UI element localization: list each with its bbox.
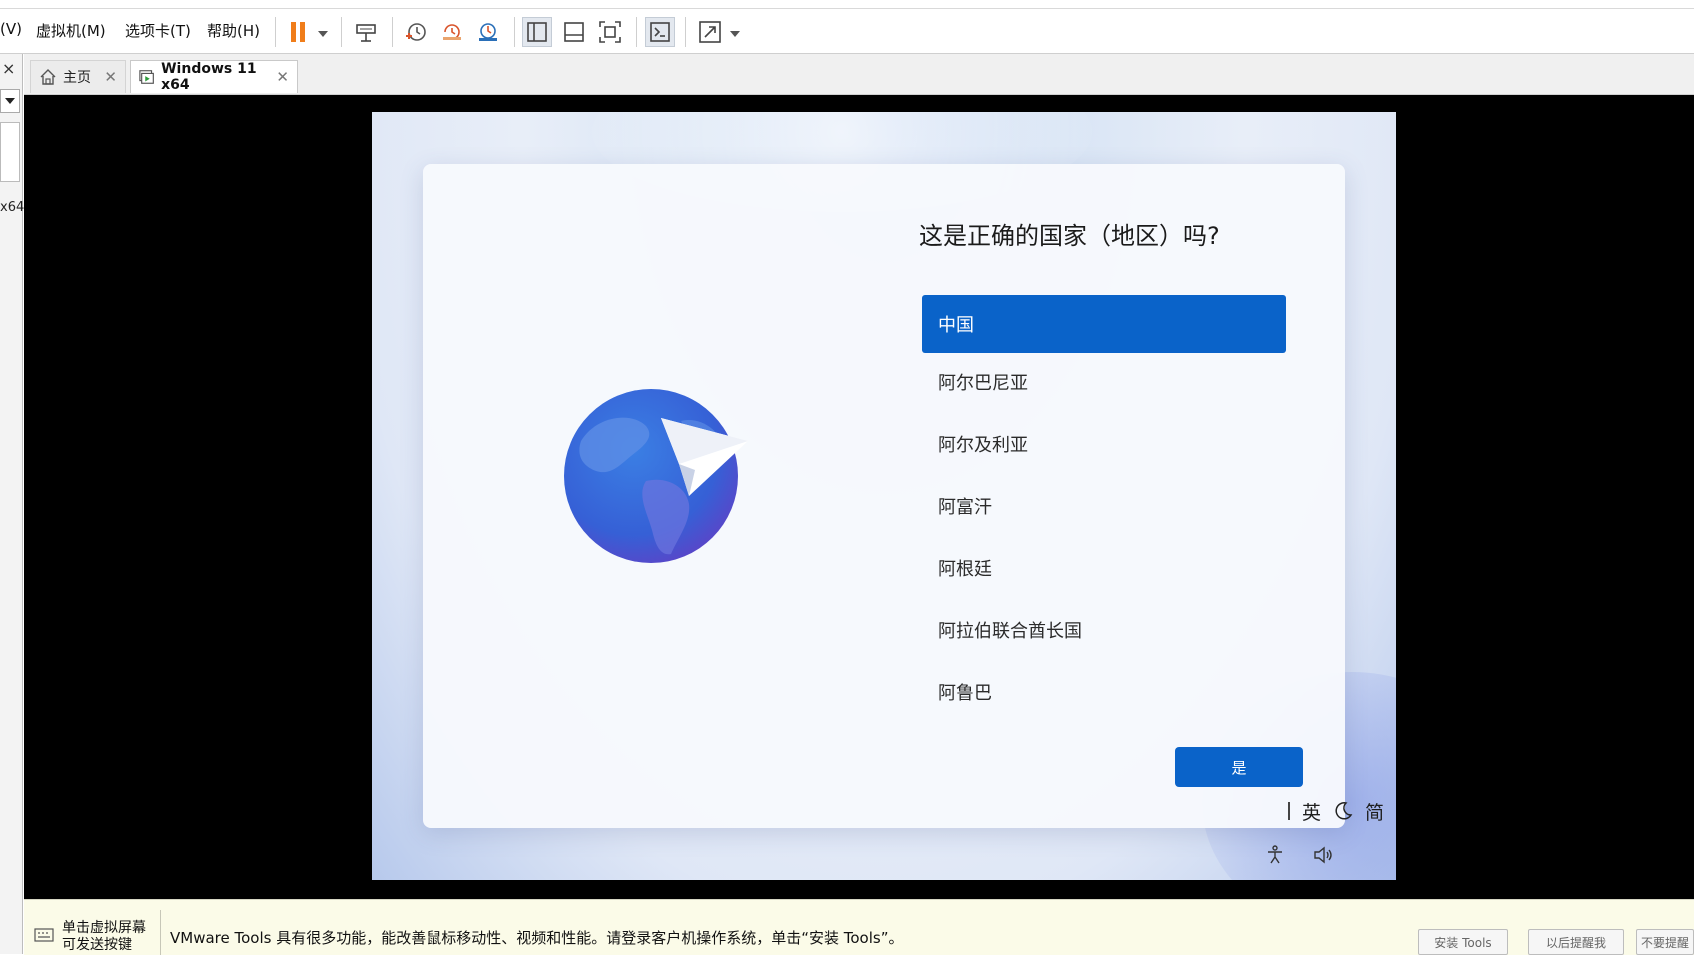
never-remind-button[interactable]: 不要提醒 [1636,929,1694,955]
status-separator [160,910,161,955]
close-tab-icon[interactable]: ✕ [104,68,117,86]
show-library-button[interactable] [522,17,552,47]
toolbar-separator [636,17,637,47]
tab-bar: 主页 ✕ Windows 11 x64 ✕ [24,54,1694,95]
hint-line-2: 可发送按键 [62,937,132,953]
country-option-china[interactable]: 中国 [922,295,1286,353]
hint-line-1: 单击虚拟屏幕 [62,920,146,936]
menubar: (V) 虚拟机(M) 选项卡(T) 帮助(H) [0,9,1694,54]
menu-view[interactable]: (V) [0,20,22,38]
thumbnail-layout-icon [564,22,584,42]
moon-icon[interactable] [1333,801,1353,821]
accessibility-icon [1268,845,1282,864]
snapshot-take-icon [406,23,426,41]
keyboard-send-icon [356,24,376,42]
ime-indicator[interactable]: 英 简 [1280,792,1396,830]
menu-tabs[interactable]: 选项卡(T) [125,20,191,41]
click-to-send-keys-hint: 单击虚拟屏幕 可发送按键 [62,920,146,954]
fullscreen-icon [599,21,621,43]
snapshot-manager-button[interactable] [473,17,503,47]
country-option-algeria[interactable]: 阿尔及利亚 [922,415,1286,473]
close-library-icon[interactable]: × [2,59,15,78]
library-search-box[interactable] [0,122,20,182]
vm-console[interactable]: 这是正确的国家（地区）吗? 中国 阿尔巴尼亚 阿尔及利亚 阿富汗 阿根廷 阿拉伯… [24,95,1694,899]
country-option-aruba[interactable]: 阿鲁巴 [922,663,1286,721]
ime-language[interactable]: 英 [1302,798,1321,825]
tab-windows-11[interactable]: Windows 11 x64 ✕ [130,60,298,93]
ime-mode[interactable]: 简 [1365,798,1384,825]
close-tab-icon[interactable]: ✕ [276,68,289,86]
page-title: 这是正确的国家（地区）吗? [919,222,1220,250]
country-option-afghanistan[interactable]: 阿富汗 [922,477,1286,535]
pause-dropdown-caret[interactable] [318,31,328,37]
toolbar-separator [392,17,393,47]
accessibility-button[interactable] [1262,842,1288,868]
stretch-dropdown-caret[interactable] [730,31,740,37]
revert-snapshot-button[interactable] [437,17,467,47]
toolbar-separator [275,17,276,47]
sidebar-layout-icon [527,22,547,42]
take-snapshot-button[interactable] [401,17,431,47]
tab-home-label: 主页 [63,70,91,86]
pause-button[interactable] [283,17,313,47]
text-cursor-icon [1288,802,1290,820]
console-view-button[interactable] [645,17,675,47]
library-item-fragment[interactable]: x64 [0,200,24,215]
tab-vm-label: Windows 11 x64 [161,61,257,93]
volume-button[interactable] [1310,842,1336,868]
toolbar-separator [685,17,686,47]
guest-screen[interactable]: 这是正确的国家（地区）吗? 中国 阿尔巴尼亚 阿尔及利亚 阿富汗 阿根廷 阿拉伯… [372,112,1396,880]
volume-icon [1314,846,1332,864]
snapshot-manager-icon [479,23,497,41]
vm-running-icon [139,70,154,84]
globe-with-paper-plane-icon [564,389,748,563]
status-bar: 单击虚拟屏幕 可发送按键 VMware Tools 具有很多功能，能改善鼠标移动… [24,899,1694,955]
send-ctrl-alt-del-button[interactable] [351,17,381,47]
yes-button[interactable]: 是 [1175,747,1303,787]
keyboard-icon [34,928,54,942]
home-icon [40,69,56,85]
tab-home[interactable]: 主页 ✕ [30,60,126,93]
remind-later-button[interactable]: 以后提醒我 [1528,929,1624,955]
oobe-dialog: 这是正确的国家（地区）吗? 中国 阿尔巴尼亚 阿尔及利亚 阿富汗 阿根廷 阿拉伯… [423,164,1345,828]
toolbar-separator [341,17,342,47]
toolbar-separator [514,17,515,47]
country-option-albania[interactable]: 阿尔巴尼亚 [922,353,1286,411]
country-option-argentina[interactable]: 阿根廷 [922,539,1286,597]
library-panel-edge: × x64 [0,54,24,954]
snapshot-revert-icon [443,24,461,40]
stretch-guest-button[interactable] [695,17,725,47]
install-tools-button[interactable]: 安装 Tools [1418,929,1508,955]
pause-icon [291,22,305,42]
country-option-uae[interactable]: 阿拉伯联合酋长国 [922,601,1286,659]
menu-vm[interactable]: 虚拟机(M) [36,20,106,41]
library-dropdown[interactable] [0,89,20,113]
stretch-icon [699,21,721,43]
vmware-tools-message: VMware Tools 具有很多功能，能改善鼠标移动性、视频和性能。请登录客户… [170,929,904,947]
terminal-icon [650,22,670,42]
full-screen-button[interactable] [595,17,625,47]
menu-help[interactable]: 帮助(H) [207,20,260,41]
window-top-edge [0,0,1694,9]
show-thumbnail-bar-button[interactable] [559,17,589,47]
